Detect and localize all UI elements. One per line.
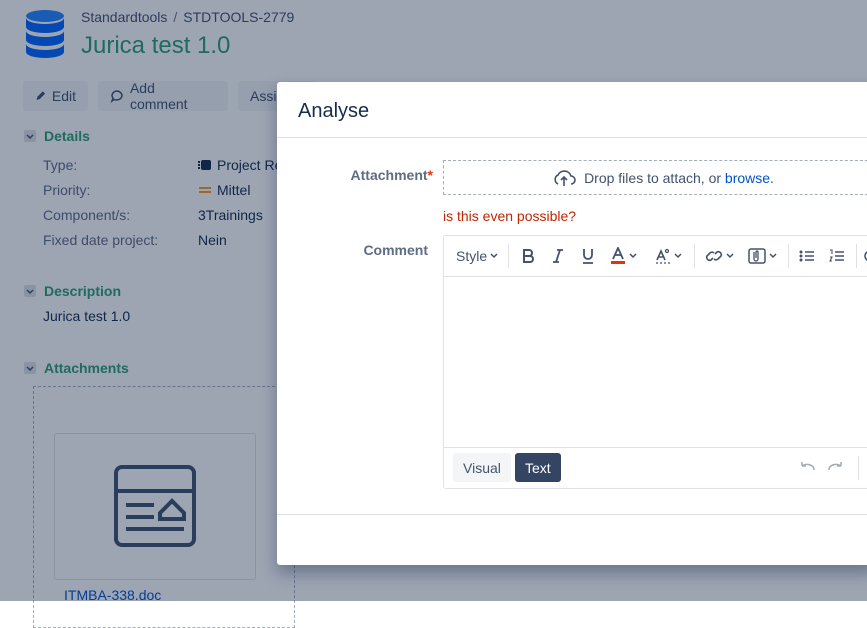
undo-icon[interactable] xyxy=(797,458,817,478)
bullet-list-icon xyxy=(799,250,814,262)
text-color-icon xyxy=(611,247,625,264)
chevron-down-icon xyxy=(629,253,637,259)
italic-button[interactable] xyxy=(551,244,565,268)
text-color-dropdown[interactable] xyxy=(610,244,637,268)
bold-icon xyxy=(523,249,534,263)
attachment-label-text: Attachment xyxy=(350,167,428,183)
chevron-down-icon xyxy=(769,253,777,259)
toolbar-separator xyxy=(508,244,509,268)
attachment-error-message: is this even possible? xyxy=(443,208,577,224)
chevron-down-icon xyxy=(490,253,498,259)
toolbar-separator xyxy=(856,244,857,268)
dialog-title: Analyse xyxy=(298,100,370,122)
comment-textarea[interactable] xyxy=(444,277,867,447)
toolbar-separator xyxy=(694,244,695,268)
underline-button[interactable] xyxy=(581,244,595,268)
required-marker: * xyxy=(427,167,433,183)
analyse-dialog: Analyse Attachment* Drop files to attach… xyxy=(277,82,867,565)
editor-footer: Visual Text xyxy=(444,447,867,488)
text-mode-button[interactable]: Text xyxy=(515,453,561,482)
bold-button[interactable] xyxy=(521,244,535,268)
bullet-list-button[interactable] xyxy=(799,244,815,268)
cloud-upload-icon xyxy=(554,169,576,186)
italic-icon xyxy=(553,249,563,263)
dialog-header-divider xyxy=(277,137,867,138)
style-dropdown[interactable]: Style xyxy=(456,244,498,268)
link-icon xyxy=(705,250,723,262)
more-formatting-dropdown[interactable] xyxy=(655,244,682,268)
attachment-dropzone[interactable]: Drop files to attach, or browse. xyxy=(443,160,867,195)
attachment-label: Attachment* xyxy=(293,167,433,183)
comment-label: Comment xyxy=(363,242,428,258)
link-dropdown[interactable] xyxy=(705,244,734,268)
editor-toolbar: Style xyxy=(444,236,867,277)
comment-editor: Style Visual Text xyxy=(443,235,867,489)
redo-icon[interactable] xyxy=(826,458,846,478)
toolbar-separator xyxy=(788,244,789,268)
dialog-footer-divider xyxy=(277,514,867,515)
numbered-list-icon xyxy=(829,249,844,262)
style-dropdown-label: Style xyxy=(456,248,488,264)
underline-icon xyxy=(583,249,593,264)
browse-link[interactable]: browse. xyxy=(725,170,774,186)
text-format-icon xyxy=(656,248,670,264)
attachment-dropdown[interactable] xyxy=(748,244,777,268)
chevron-down-icon xyxy=(726,253,734,259)
attachment-icon xyxy=(748,248,766,264)
visual-mode-button[interactable]: Visual xyxy=(453,453,511,482)
footer-separator xyxy=(858,456,859,480)
numbered-list-button[interactable] xyxy=(829,244,845,268)
drop-files-text: Drop files to attach, or xyxy=(584,169,722,186)
chevron-down-icon xyxy=(674,253,682,259)
